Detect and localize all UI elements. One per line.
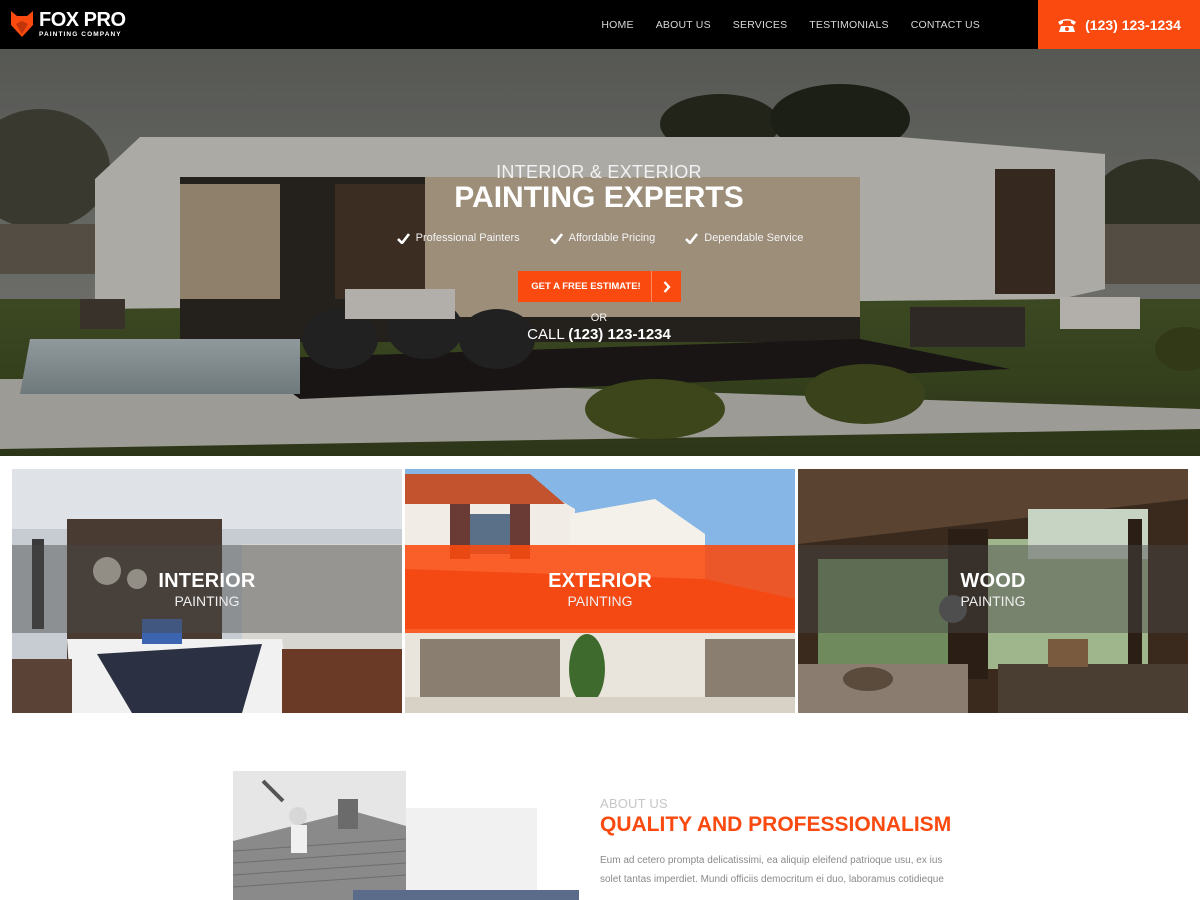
brand-tagline: PAINTING COMPANY: [39, 31, 122, 38]
call-number[interactable]: (123) 123-1234: [568, 326, 671, 343]
about-body: Eum ad cetero prompta delicatissimi, ea …: [600, 855, 944, 885]
nav-home[interactable]: HOME: [590, 19, 644, 31]
hero-subtitle: INTERIOR & EXTERIOR: [496, 162, 702, 182]
nav-contact-us[interactable]: CONTACT US: [900, 19, 991, 31]
card-label-band: EXTERIOR PAINTING: [405, 545, 795, 633]
logo[interactable]: FOX PRO PAINTING COMPANY: [11, 9, 131, 41]
checkmark-icon: [396, 232, 410, 244]
feature-label: Dependable Service: [704, 232, 804, 244]
card-subtitle: PAINTING: [567, 592, 633, 609]
hero-title: PAINTING EXPERTS: [454, 181, 744, 214]
about-kicker: ABOUT US: [600, 796, 668, 811]
navbar: FOX PRO PAINTING COMPANY HOME ABOUT US S…: [0, 0, 1200, 49]
hero-call-line: CALL (123) 123-1234: [0, 326, 1198, 343]
card-subtitle: PAINTING: [960, 592, 1026, 609]
telephone-icon: [1058, 18, 1077, 32]
card-label-band: WOOD PAINTING: [798, 545, 1188, 633]
services-grid: INTERIOR PAINTING EXTERIOR PAINTING WOOD…: [12, 469, 1189, 713]
nav-services[interactable]: SERVICES: [722, 19, 799, 31]
hero-features: Professional Painters Affordable Pricing…: [0, 232, 1200, 244]
card-subtitle: PAINTING: [174, 592, 240, 609]
chevron-right-icon: [651, 271, 681, 302]
about-image-collage: [233, 771, 579, 900]
phone-number: (123) 123-1234: [1085, 16, 1181, 33]
cta-label: GET A FREE ESTIMATE!: [531, 281, 641, 292]
card-label-band: INTERIOR PAINTING: [12, 545, 402, 633]
main-nav: HOME ABOUT US SERVICES TESTIMONIALS CONT…: [590, 0, 991, 49]
checkmark-icon: [685, 232, 699, 244]
phone-button[interactable]: (123) 123-1234: [1038, 0, 1200, 49]
service-card-wood[interactable]: WOOD PAINTING: [798, 469, 1188, 713]
nav-about-us[interactable]: ABOUT US: [645, 19, 722, 31]
checkmark-icon: [549, 232, 563, 244]
brand-name: FOX PRO: [39, 9, 126, 31]
hero-section: INTERIOR & EXTERIOR PAINTING EXPERTS Pro…: [0, 49, 1200, 456]
hero-or-text: OR: [590, 312, 608, 324]
free-estimate-button[interactable]: GET A FREE ESTIMATE!: [518, 271, 681, 302]
card-title: EXTERIOR: [548, 569, 652, 592]
nav-testimonials[interactable]: TESTIMONIALS: [798, 19, 899, 31]
feature-label: Professional Painters: [415, 232, 520, 244]
service-card-exterior[interactable]: EXTERIOR PAINTING: [405, 469, 795, 713]
hero-content: INTERIOR & EXTERIOR PAINTING EXPERTS Pro…: [0, 49, 1200, 456]
about-text-block: ABOUT US QUALITY AND PROFESSIONALISM Eum…: [600, 796, 980, 889]
card-title: WOOD: [960, 569, 1026, 592]
card-title: INTERIOR: [158, 569, 256, 592]
feature-item: Affordable Pricing: [549, 232, 656, 244]
feature-label: Affordable Pricing: [568, 232, 656, 244]
about-title: QUALITY AND PROFESSIONALISM: [600, 813, 952, 836]
painter-on-roof-image: [233, 771, 579, 900]
feature-item: Dependable Service: [685, 232, 803, 244]
feature-item: Professional Painters: [396, 232, 520, 244]
fox-logo-icon: [11, 11, 33, 37]
service-card-interior[interactable]: INTERIOR PAINTING: [12, 469, 402, 713]
call-prefix: CALL: [527, 326, 565, 343]
